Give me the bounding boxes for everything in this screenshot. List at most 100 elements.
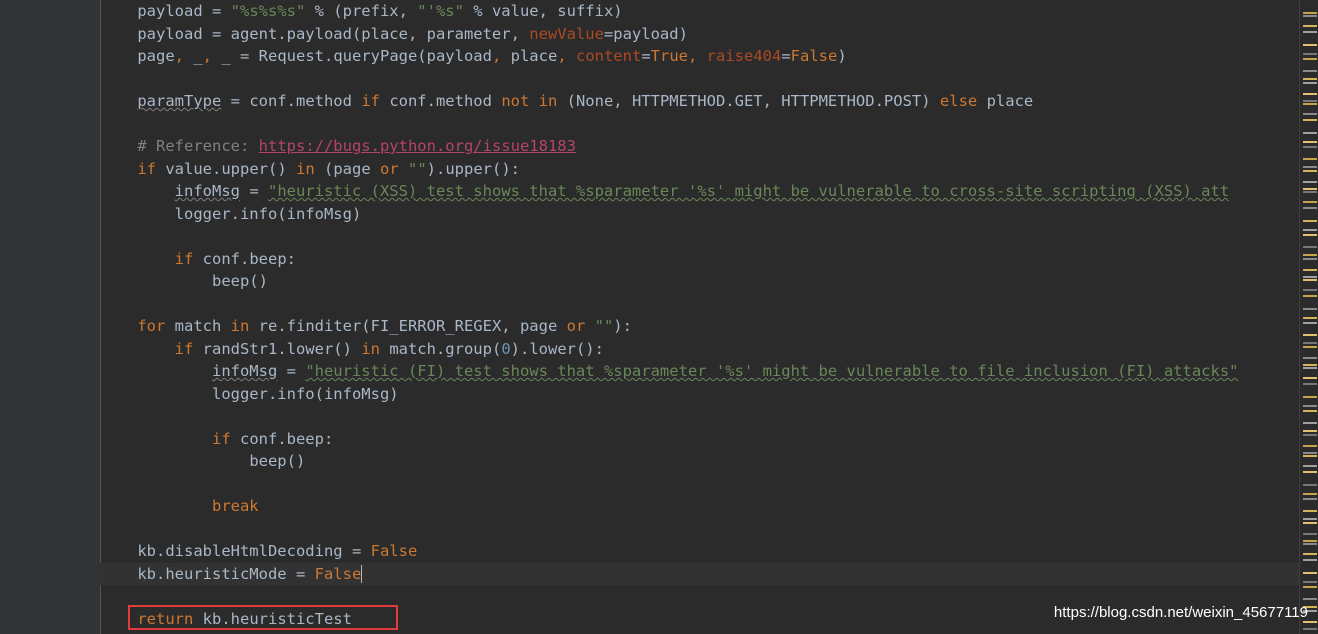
code-line[interactable]: 1137 [100,68,1300,91]
code-line[interactable]: 1138 paramType = conf.method if conf.met… [100,90,1300,113]
code-line[interactable]: 1143 logger.info(infoMsg) [100,203,1300,226]
stripe-mark[interactable] [1303,543,1317,545]
stripe-mark[interactable] [1303,445,1317,447]
stripe-mark[interactable] [1303,518,1317,520]
stripe-mark[interactable] [1303,25,1317,27]
code-area[interactable]: 1134 payload = "%s%s%s" % (prefix, "'%s"… [100,0,1300,634]
stripe-mark[interactable] [1303,113,1317,115]
stripe-mark[interactable] [1303,396,1317,398]
stripe-mark[interactable] [1303,220,1317,222]
code-line[interactable]: 1150 infoMsg = "heuristic (FI) test show… [100,360,1300,383]
stripe-mark[interactable] [1303,405,1317,407]
stripe-mark[interactable] [1303,15,1317,17]
stripe-mark[interactable] [1303,44,1317,46]
stripe-mark[interactable] [1303,258,1317,260]
line-number-gutter[interactable] [0,0,101,634]
code-line[interactable]: 1144 [100,225,1300,248]
stripe-mark[interactable] [1303,540,1317,542]
stripe-mark[interactable] [1303,308,1317,310]
stripe-mark[interactable] [1303,181,1317,183]
stripe-mark[interactable] [1303,572,1317,574]
code-line[interactable]: 1158 kb.disableHtmlDecoding = False [100,540,1300,563]
code-line[interactable]: 1145 if conf.beep: [100,248,1300,271]
stripe-mark[interactable] [1303,367,1317,369]
code-line[interactable]: 1153 if conf.beep: [100,428,1300,451]
code-line[interactable]: 1152 [100,405,1300,428]
code-line[interactable]: 1136 page, _, _ = Request.queryPage(payl… [100,45,1300,68]
code-line[interactable]: 1154 beep() [100,450,1300,473]
stripe-mark[interactable] [1303,357,1317,359]
stripe-mark[interactable] [1303,383,1317,385]
stripe-mark[interactable] [1303,93,1317,95]
stripe-mark[interactable] [1303,455,1317,457]
stripe-mark[interactable] [1303,322,1317,324]
code-line[interactable]: 1148 for match in re.finditer(FI_ERROR_R… [100,315,1300,338]
stripe-mark[interactable] [1303,82,1317,84]
stripe-mark[interactable] [1303,70,1317,72]
code-line[interactable]: 1147 [100,293,1300,316]
stripe-mark[interactable] [1303,581,1317,583]
stripe-mark[interactable] [1303,170,1317,172]
stripe-mark[interactable] [1303,317,1317,319]
stripe-mark[interactable] [1303,452,1317,454]
stripe-mark[interactable] [1303,229,1317,231]
stripe-mark[interactable] [1303,188,1317,190]
code-line[interactable]: 1140 # Reference: https://bugs.python.or… [100,135,1300,158]
stripe-mark[interactable] [1303,559,1317,561]
stripe-mark[interactable] [1303,246,1317,248]
code-line[interactable]: 1159 kb.heuristicMode = False [100,563,1300,586]
code-line[interactable]: 1156 break [100,495,1300,518]
code-line[interactable]: 1149 if randStr1.lower() in match.group(… [100,338,1300,361]
stripe-mark[interactable] [1303,276,1317,278]
code-line[interactable]: 1139 [100,113,1300,136]
code-line[interactable]: 1155 [100,473,1300,496]
stripe-mark[interactable] [1303,201,1317,203]
code-line[interactable]: 1151 logger.info(infoMsg) [100,383,1300,406]
stripe-mark[interactable] [1303,471,1317,473]
stripe-mark[interactable] [1303,289,1317,291]
stripe-mark[interactable] [1303,254,1317,256]
stripe-mark[interactable] [1303,553,1317,555]
stripe-mark[interactable] [1303,493,1317,495]
stripe-mark[interactable] [1303,533,1317,535]
stripe-mark[interactable] [1303,158,1317,160]
stripe-mark[interactable] [1303,132,1317,134]
scrollbar-error-stripe[interactable] [1299,0,1318,634]
stripe-mark[interactable] [1303,628,1317,630]
stripe-mark[interactable] [1303,12,1317,14]
code-editor[interactable]: 1134 payload = "%s%s%s" % (prefix, "'%s"… [0,0,1318,634]
stripe-mark[interactable] [1303,465,1317,467]
stripe-mark[interactable] [1303,498,1317,500]
code-line[interactable]: 1135 payload = agent.payload(place, para… [100,23,1300,46]
stripe-mark[interactable] [1303,598,1317,600]
stripe-mark[interactable] [1303,53,1317,55]
stripe-mark[interactable] [1303,377,1317,379]
code-line[interactable]: 1157 [100,518,1300,541]
stripe-mark[interactable] [1303,207,1317,209]
stripe-mark[interactable] [1303,234,1317,236]
stripe-mark[interactable] [1303,364,1317,366]
stripe-mark[interactable] [1303,141,1317,143]
stripe-mark[interactable] [1303,522,1317,524]
stripe-mark[interactable] [1303,58,1317,60]
stripe-mark[interactable] [1303,295,1317,297]
stripe-mark[interactable] [1303,103,1317,105]
code-line[interactable]: 1146 beep() [100,270,1300,293]
stripe-mark[interactable] [1303,484,1317,486]
stripe-mark[interactable] [1303,346,1317,348]
stripe-mark[interactable] [1303,342,1317,344]
code-line[interactable]: 1134 payload = "%s%s%s" % (prefix, "'%s"… [100,0,1300,23]
stripe-mark[interactable] [1303,430,1317,432]
stripe-mark[interactable] [1303,510,1317,512]
stripe-mark[interactable] [1303,119,1317,121]
stripe-mark[interactable] [1303,269,1317,271]
stripe-mark[interactable] [1303,586,1317,588]
stripe-mark[interactable] [1303,31,1317,33]
code-line[interactable]: 1141 if value.upper() in (page or "").up… [100,158,1300,181]
stripe-mark[interactable] [1303,78,1317,80]
stripe-mark[interactable] [1303,434,1317,436]
stripe-mark[interactable] [1303,334,1317,336]
stripe-mark[interactable] [1303,279,1317,281]
stripe-mark[interactable] [1303,100,1317,102]
stripe-mark[interactable] [1303,422,1317,424]
